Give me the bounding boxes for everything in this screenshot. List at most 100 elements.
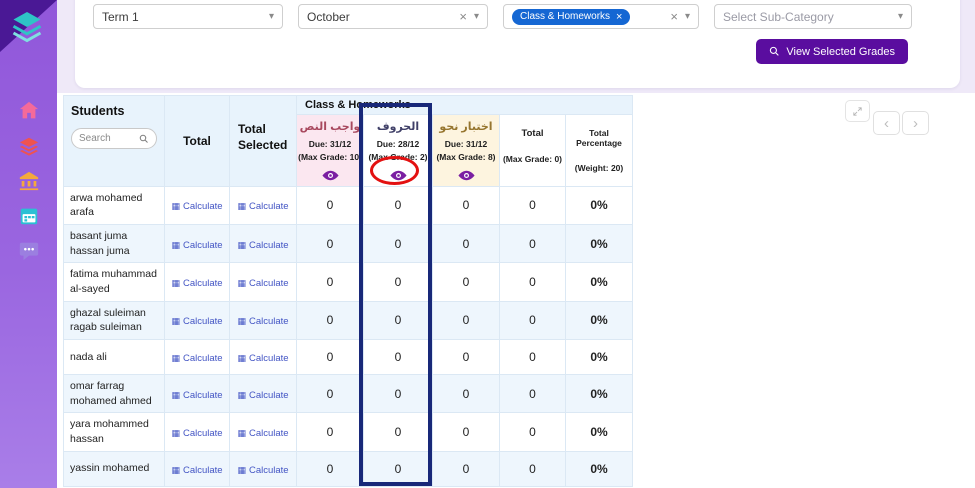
calculate-selected-button[interactable]: ▦ Calculate bbox=[237, 353, 288, 364]
expand-button[interactable] bbox=[845, 100, 870, 122]
calculate-selected-button[interactable]: ▦ Calculate bbox=[237, 201, 288, 212]
view-selected-grades-button[interactable]: View Selected Grades bbox=[756, 39, 908, 64]
bank-icon[interactable] bbox=[18, 170, 40, 192]
total-header: Total bbox=[164, 95, 230, 187]
calculate-selected-button[interactable]: ▦ Calculate bbox=[237, 316, 288, 327]
grades-table: Students Total Total Selected Class & Ho… bbox=[63, 95, 633, 487]
subjects-icon[interactable] bbox=[18, 135, 40, 157]
grade-cell: 0 bbox=[363, 373, 433, 414]
calculate-label: Calculate bbox=[248, 464, 289, 476]
total-cell: 0 bbox=[499, 223, 566, 264]
grade-cell: 0 bbox=[363, 339, 433, 375]
calculate-total-button[interactable]: ▦ Calculate bbox=[171, 201, 222, 212]
due-date: Due: 31/12 bbox=[308, 139, 352, 149]
percentage-cell: 0% bbox=[565, 339, 633, 375]
student-search-box[interactable] bbox=[71, 128, 157, 149]
percentage-cell: 0% bbox=[565, 373, 633, 414]
calculate-label: Calculate bbox=[248, 239, 289, 251]
term-select[interactable]: Term 1 ▾ bbox=[93, 4, 283, 29]
calculator-icon: ▦ bbox=[171, 201, 180, 212]
grade-cell: 0 bbox=[432, 373, 500, 414]
assignment-title: الحروف bbox=[376, 121, 420, 133]
expand-icon bbox=[853, 106, 862, 116]
chevron-down-icon: ▾ bbox=[268, 11, 274, 22]
grade-cell: 0 bbox=[296, 373, 364, 414]
search-input[interactable] bbox=[79, 133, 135, 144]
grade-cell: 0 bbox=[296, 300, 364, 341]
total-column-header: Total (Max Grade: 0) bbox=[499, 114, 566, 187]
calculate-selected-button[interactable]: ▦ Calculate bbox=[237, 278, 288, 289]
calculator-icon: ▦ bbox=[171, 277, 180, 288]
table-row: ghazal suleiman ragab suleiman ▦ Calculat… bbox=[63, 300, 633, 341]
table-row: yara mohammed hassan ▦ Calculate ▦ Calcula… bbox=[63, 412, 633, 452]
calculate-selected-button[interactable]: ▦ Calculate bbox=[237, 465, 288, 476]
eye-icon[interactable] bbox=[297, 168, 363, 186]
calculate-selected-button[interactable]: ▦ Calculate bbox=[237, 390, 288, 401]
category-select[interactable]: Class & Homeworks × × ▾ bbox=[503, 4, 699, 29]
assignment-column-header: واجب النص Due: 31/12 (Max Grade: 10) bbox=[296, 114, 364, 187]
chip-remove-icon[interactable]: × bbox=[616, 11, 622, 23]
group-header: Class & Homeworks bbox=[296, 95, 633, 115]
calculate-total-button[interactable]: ▦ Calculate bbox=[171, 240, 222, 251]
grade-cell: 0 bbox=[432, 339, 500, 375]
eye-icon[interactable] bbox=[433, 168, 499, 186]
calculate-total-button[interactable]: ▦ Calculate bbox=[171, 353, 222, 364]
calculator-icon: ▦ bbox=[237, 277, 246, 288]
calculate-total-button[interactable]: ▦ Calculate bbox=[171, 465, 222, 476]
calculate-label: Calculate bbox=[248, 316, 289, 328]
logo-icon[interactable] bbox=[9, 9, 45, 45]
grade-cell: 0 bbox=[296, 450, 364, 487]
chevron-down-icon: ▾ bbox=[684, 11, 690, 22]
calendar-icon[interactable] bbox=[18, 205, 40, 227]
calculator-icon: ▦ bbox=[237, 428, 246, 439]
school-icon[interactable] bbox=[18, 100, 40, 122]
percentage-cell: 0% bbox=[565, 412, 633, 452]
calculator-icon: ▦ bbox=[171, 316, 180, 327]
search-icon bbox=[770, 46, 780, 56]
chat-icon[interactable] bbox=[18, 240, 40, 262]
student-name: arwa mohamed arafa bbox=[63, 185, 165, 225]
percentage-cell: 0% bbox=[565, 185, 633, 225]
total-percentage-column-header: Total Percentage (Weight: 20) bbox=[565, 114, 633, 187]
calculate-total-button[interactable]: ▦ Calculate bbox=[171, 428, 222, 439]
filter-bar: Term 1 ▾ October × ▾ Class & Homeworks ×… bbox=[75, 0, 960, 88]
calculate-total-button[interactable]: ▦ Calculate bbox=[171, 390, 222, 401]
total-cell: 0 bbox=[499, 412, 566, 452]
prev-page-button[interactable]: ‹ bbox=[873, 111, 900, 135]
grade-cell: 0 bbox=[296, 185, 364, 225]
calculate-selected-button[interactable]: ▦ Calculate bbox=[237, 240, 288, 251]
table-row: basant juma hassan juma ▦ Calculate ▦ Calc… bbox=[63, 223, 633, 264]
calculate-selected-button[interactable]: ▦ Calculate bbox=[237, 428, 288, 439]
calculator-icon: ▦ bbox=[171, 389, 180, 400]
clear-icon[interactable]: × bbox=[459, 9, 467, 24]
calculator-icon: ▦ bbox=[237, 201, 246, 212]
total-cell: 0 bbox=[499, 185, 566, 225]
student-name: fatima muhammad al-sayed bbox=[63, 262, 165, 302]
calculate-total-button[interactable]: ▦ Calculate bbox=[171, 278, 222, 289]
subcategory-select[interactable]: Select Sub-Category ▾ bbox=[714, 4, 912, 29]
due-date: Due: 28/12 bbox=[376, 139, 420, 149]
calculate-total-button[interactable]: ▦ Calculate bbox=[171, 316, 222, 327]
clear-icon[interactable]: × bbox=[670, 9, 678, 24]
column-title: Total bbox=[521, 128, 544, 139]
grade-cell: 0 bbox=[432, 300, 500, 341]
grade-cell: 0 bbox=[363, 412, 433, 452]
student-name: yassin mohamed bbox=[63, 450, 165, 487]
total-cell: 0 bbox=[499, 300, 566, 341]
next-page-button[interactable]: › bbox=[902, 111, 929, 135]
eye-icon[interactable] bbox=[364, 168, 432, 186]
calculate-label: Calculate bbox=[182, 353, 223, 364]
calculate-label: Calculate bbox=[182, 389, 223, 401]
calculate-label: Calculate bbox=[182, 428, 223, 440]
assignment-title: اختبار نحو bbox=[439, 121, 493, 133]
table-row: fatima muhammad al-sayed ▦ Calculate ▦ Cal… bbox=[63, 262, 633, 302]
calculator-icon: ▦ bbox=[171, 239, 180, 250]
grade-cell: 0 bbox=[296, 262, 364, 302]
grade-cell: 0 bbox=[363, 262, 433, 302]
total-cell: 0 bbox=[499, 262, 566, 302]
subcategory-placeholder: Select Sub-Category bbox=[723, 9, 834, 24]
grade-cell: 0 bbox=[296, 223, 364, 264]
percentage-cell: 0% bbox=[565, 223, 633, 264]
month-select[interactable]: October × ▾ bbox=[298, 4, 488, 29]
grade-cell: 0 bbox=[432, 223, 500, 264]
